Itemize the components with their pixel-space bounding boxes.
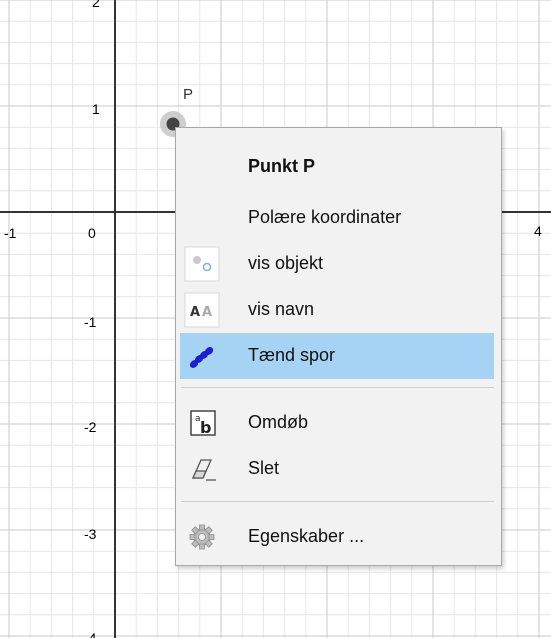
menu-header: Punkt P	[180, 144, 494, 190]
rename-icon: a b	[184, 405, 220, 441]
show-label-icon: A A	[184, 292, 220, 328]
menu-item-label: vis navn	[248, 299, 315, 319]
y-tick-label: -3	[84, 526, 97, 542]
y-tick-label: -4	[84, 630, 97, 638]
menu-item-show-label[interactable]: A A vis navn	[180, 287, 494, 333]
menu-item-label: vis objekt	[248, 253, 324, 273]
menu-item-rename[interactable]: a b Omdøb	[180, 400, 494, 446]
menu-item-polar-coordinates[interactable]: Polære koordinater	[180, 195, 494, 241]
y-tick-label: -1	[84, 314, 97, 330]
menu-title: Punkt P	[248, 156, 316, 176]
menu-item-label: Slet	[248, 458, 280, 478]
gear-icon	[184, 519, 220, 555]
x-tick-label: 0	[88, 225, 96, 241]
menu-item-label: Omdøb	[248, 412, 309, 432]
x-tick-label: 4	[534, 223, 542, 239]
svg-text:A: A	[190, 305, 200, 320]
menu-separator	[181, 387, 494, 388]
svg-text:b: b	[200, 418, 211, 437]
menu-item-show-object[interactable]: vis objekt	[180, 241, 494, 287]
point-label: P	[183, 86, 194, 103]
eraser-icon	[184, 451, 220, 487]
trace-icon	[184, 338, 220, 374]
menu-separator	[181, 501, 494, 502]
menu-item-label: Egenskaber ...	[248, 526, 365, 546]
x-tick-label: -1	[4, 225, 17, 241]
menu-item-delete[interactable]: Slet	[180, 446, 494, 492]
menu-item-label: Polære koordinater	[248, 207, 402, 227]
graphics-view[interactable]: 2 1 -1 0 4 -1 -2 -3 -4 P Punkt P Polære …	[0, 0, 551, 638]
svg-text:A: A	[202, 305, 212, 320]
show-object-icon	[184, 246, 220, 282]
y-tick-label: 1	[92, 101, 100, 117]
y-tick-label: -2	[84, 419, 97, 435]
menu-item-trace-on[interactable]: Tænd spor	[180, 333, 494, 379]
context-menu: Punkt P Polære koordinater vis objekt A …	[175, 127, 502, 566]
y-tick-label: 2	[92, 0, 100, 10]
menu-item-label: Tænd spor	[248, 345, 336, 365]
menu-item-properties[interactable]: Egenskaber ...	[180, 514, 494, 560]
